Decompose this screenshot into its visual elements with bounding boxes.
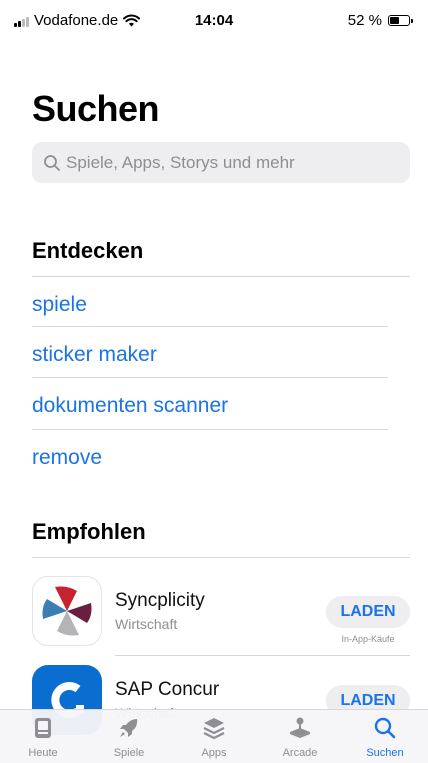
tab-label: Suchen xyxy=(366,747,404,759)
app-name: Syncplicity xyxy=(115,590,205,611)
discover-item-spiele[interactable]: spiele xyxy=(32,293,87,317)
divider xyxy=(32,429,388,430)
search-icon xyxy=(374,717,396,739)
divider xyxy=(32,276,410,277)
battery-icon xyxy=(388,15,413,26)
discover-heading: Entdecken xyxy=(32,238,144,263)
tab-label: Arcade xyxy=(282,747,318,759)
tab-label: Heute xyxy=(28,747,58,759)
tab-bar: Heute Spiele Apps Arcade Suchen xyxy=(0,709,428,763)
app-row-syncplicity[interactable]: Syncplicity Wirtschaft LADEN In-App-Käuf… xyxy=(32,576,410,650)
divider xyxy=(32,377,388,378)
in-app-purchases-note: In-App-Käufe xyxy=(341,634,395,644)
search-icon xyxy=(44,154,60,171)
tab-suchen[interactable]: Suchen xyxy=(342,710,428,763)
recommended-heading: Empfohlen xyxy=(32,519,146,544)
joystick-icon xyxy=(290,717,310,738)
discover-item-sticker-maker[interactable]: sticker maker xyxy=(32,343,157,367)
app-name: SAP Concur xyxy=(115,679,220,700)
discover-item-remove[interactable]: remove xyxy=(32,446,102,470)
search-placeholder: Spiele, Apps, Storys und mehr xyxy=(66,152,295,172)
search-input[interactable]: Spiele, Apps, Storys und mehr xyxy=(32,142,410,183)
tab-spiele[interactable]: Spiele xyxy=(86,710,172,763)
today-icon xyxy=(35,718,51,738)
tab-apps[interactable]: Apps xyxy=(171,710,257,763)
status-bar: Vodafone.de 14:04 52 % xyxy=(0,0,428,44)
battery-percent: 52 % xyxy=(347,12,382,29)
tab-label: Apps xyxy=(201,747,227,759)
status-right: 52 % xyxy=(347,12,413,29)
tab-label: Spiele xyxy=(113,747,145,759)
discover-item-dokumenten-scanner[interactable]: dokumenten scanner xyxy=(32,394,228,418)
app-category: Wirtschaft xyxy=(115,616,178,632)
page-title: Suchen xyxy=(32,88,160,129)
divider xyxy=(32,557,410,558)
stack-icon xyxy=(203,718,225,740)
tab-heute[interactable]: Heute xyxy=(0,710,86,763)
rocket-icon xyxy=(120,719,138,737)
divider xyxy=(32,326,388,327)
get-button[interactable]: LADEN xyxy=(326,596,410,628)
divider xyxy=(115,655,410,656)
syncplicity-logo-icon xyxy=(32,576,102,646)
tab-arcade[interactable]: Arcade xyxy=(257,710,343,763)
